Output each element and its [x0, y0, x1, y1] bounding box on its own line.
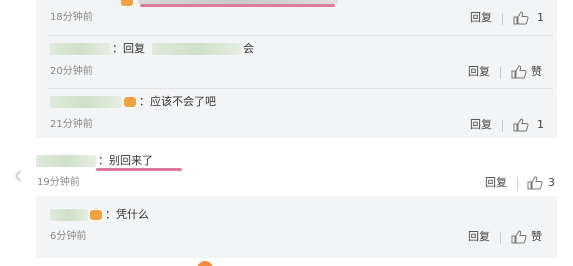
- thumbs-up-icon[interactable]: [513, 118, 529, 132]
- comment-timestamp: 20分钟前: [50, 66, 93, 77]
- comment-thread: 18分钟前 回复 1 ：回复 会 20分钟前 回复 赞 ：应该不会了吧 21分钟…: [0, 0, 573, 266]
- separator: [48, 35, 553, 36]
- reply-button[interactable]: 回复: [485, 176, 507, 190]
- thumbs-up-icon[interactable]: [511, 230, 527, 244]
- comment-text-prefix: ：回复: [112, 42, 145, 55]
- divider: [502, 120, 503, 132]
- like-count: 3: [548, 176, 555, 189]
- comment-text: ：应该不会了吧: [139, 95, 216, 108]
- like-count: 1: [537, 11, 544, 24]
- like-count: 1: [537, 118, 544, 131]
- divider: [500, 232, 501, 244]
- reply-button[interactable]: 回复: [470, 11, 492, 25]
- comment-timestamp: 6分钟前: [50, 231, 87, 242]
- comment-timestamp: 21分钟前: [50, 119, 93, 130]
- reply-button[interactable]: 回复: [470, 118, 492, 132]
- comment-text: ：别回来了: [98, 154, 153, 167]
- user-badge-icon: [90, 210, 102, 220]
- blurred-mention: [152, 43, 242, 55]
- blurred-username: [36, 155, 96, 167]
- thumbs-up-icon[interactable]: [511, 65, 527, 79]
- blurred-username: [50, 209, 88, 221]
- emoji-partial: [197, 261, 213, 266]
- divider: [502, 13, 503, 25]
- separator: [48, 88, 553, 89]
- divider: [500, 67, 501, 79]
- blurred-username: [50, 43, 110, 55]
- like-label[interactable]: 赞: [531, 230, 542, 244]
- thumbs-up-icon[interactable]: [527, 176, 543, 190]
- comment-text: ：凭什么: [105, 208, 149, 221]
- user-badge-icon: [121, 0, 133, 6]
- divider: [517, 178, 518, 190]
- nested-reply-panel: [36, 196, 557, 258]
- thumbs-up-icon[interactable]: [513, 11, 529, 25]
- reply-button[interactable]: 回复: [468, 65, 490, 79]
- blurred-username: [50, 96, 122, 108]
- user-badge-icon: [124, 97, 136, 107]
- like-label[interactable]: 赞: [531, 65, 542, 79]
- highlight-underline: [140, 4, 335, 7]
- reply-button[interactable]: 回复: [468, 230, 490, 244]
- comment-timestamp: 19分钟前: [37, 177, 80, 188]
- comment-timestamp: 18分钟前: [50, 12, 93, 23]
- highlight-underline: [96, 168, 182, 171]
- comment-text-suffix: 会: [243, 42, 254, 55]
- chevron-left-icon[interactable]: [14, 170, 22, 182]
